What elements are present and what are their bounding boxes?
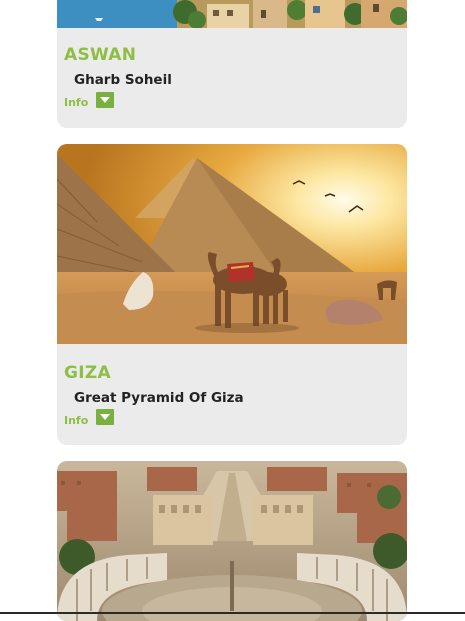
info-toggle-button[interactable] — [96, 92, 114, 108]
aswan-photo — [57, 0, 407, 28]
chevron-down-icon — [100, 413, 110, 420]
city-name: ASWAN — [64, 45, 137, 65]
city-name: GIZA — [64, 363, 111, 383]
destination-card-vatican[interactable] — [57, 461, 407, 621]
place-name: Great Pyramid Of Giza — [74, 390, 244, 406]
info-toggle-button[interactable] — [96, 409, 114, 425]
destination-card-aswan[interactable]: ASWAN Gharb Soheil Info — [57, 0, 407, 128]
info-link[interactable]: Info — [64, 414, 88, 427]
chevron-down-icon — [100, 96, 110, 103]
place-name: Gharb Soheil — [74, 72, 172, 88]
giza-photo — [57, 144, 407, 344]
vatican-photo — [57, 461, 407, 621]
destination-card-giza[interactable]: GIZA Great Pyramid Of Giza Info — [57, 144, 407, 445]
info-link[interactable]: Info — [64, 96, 88, 109]
